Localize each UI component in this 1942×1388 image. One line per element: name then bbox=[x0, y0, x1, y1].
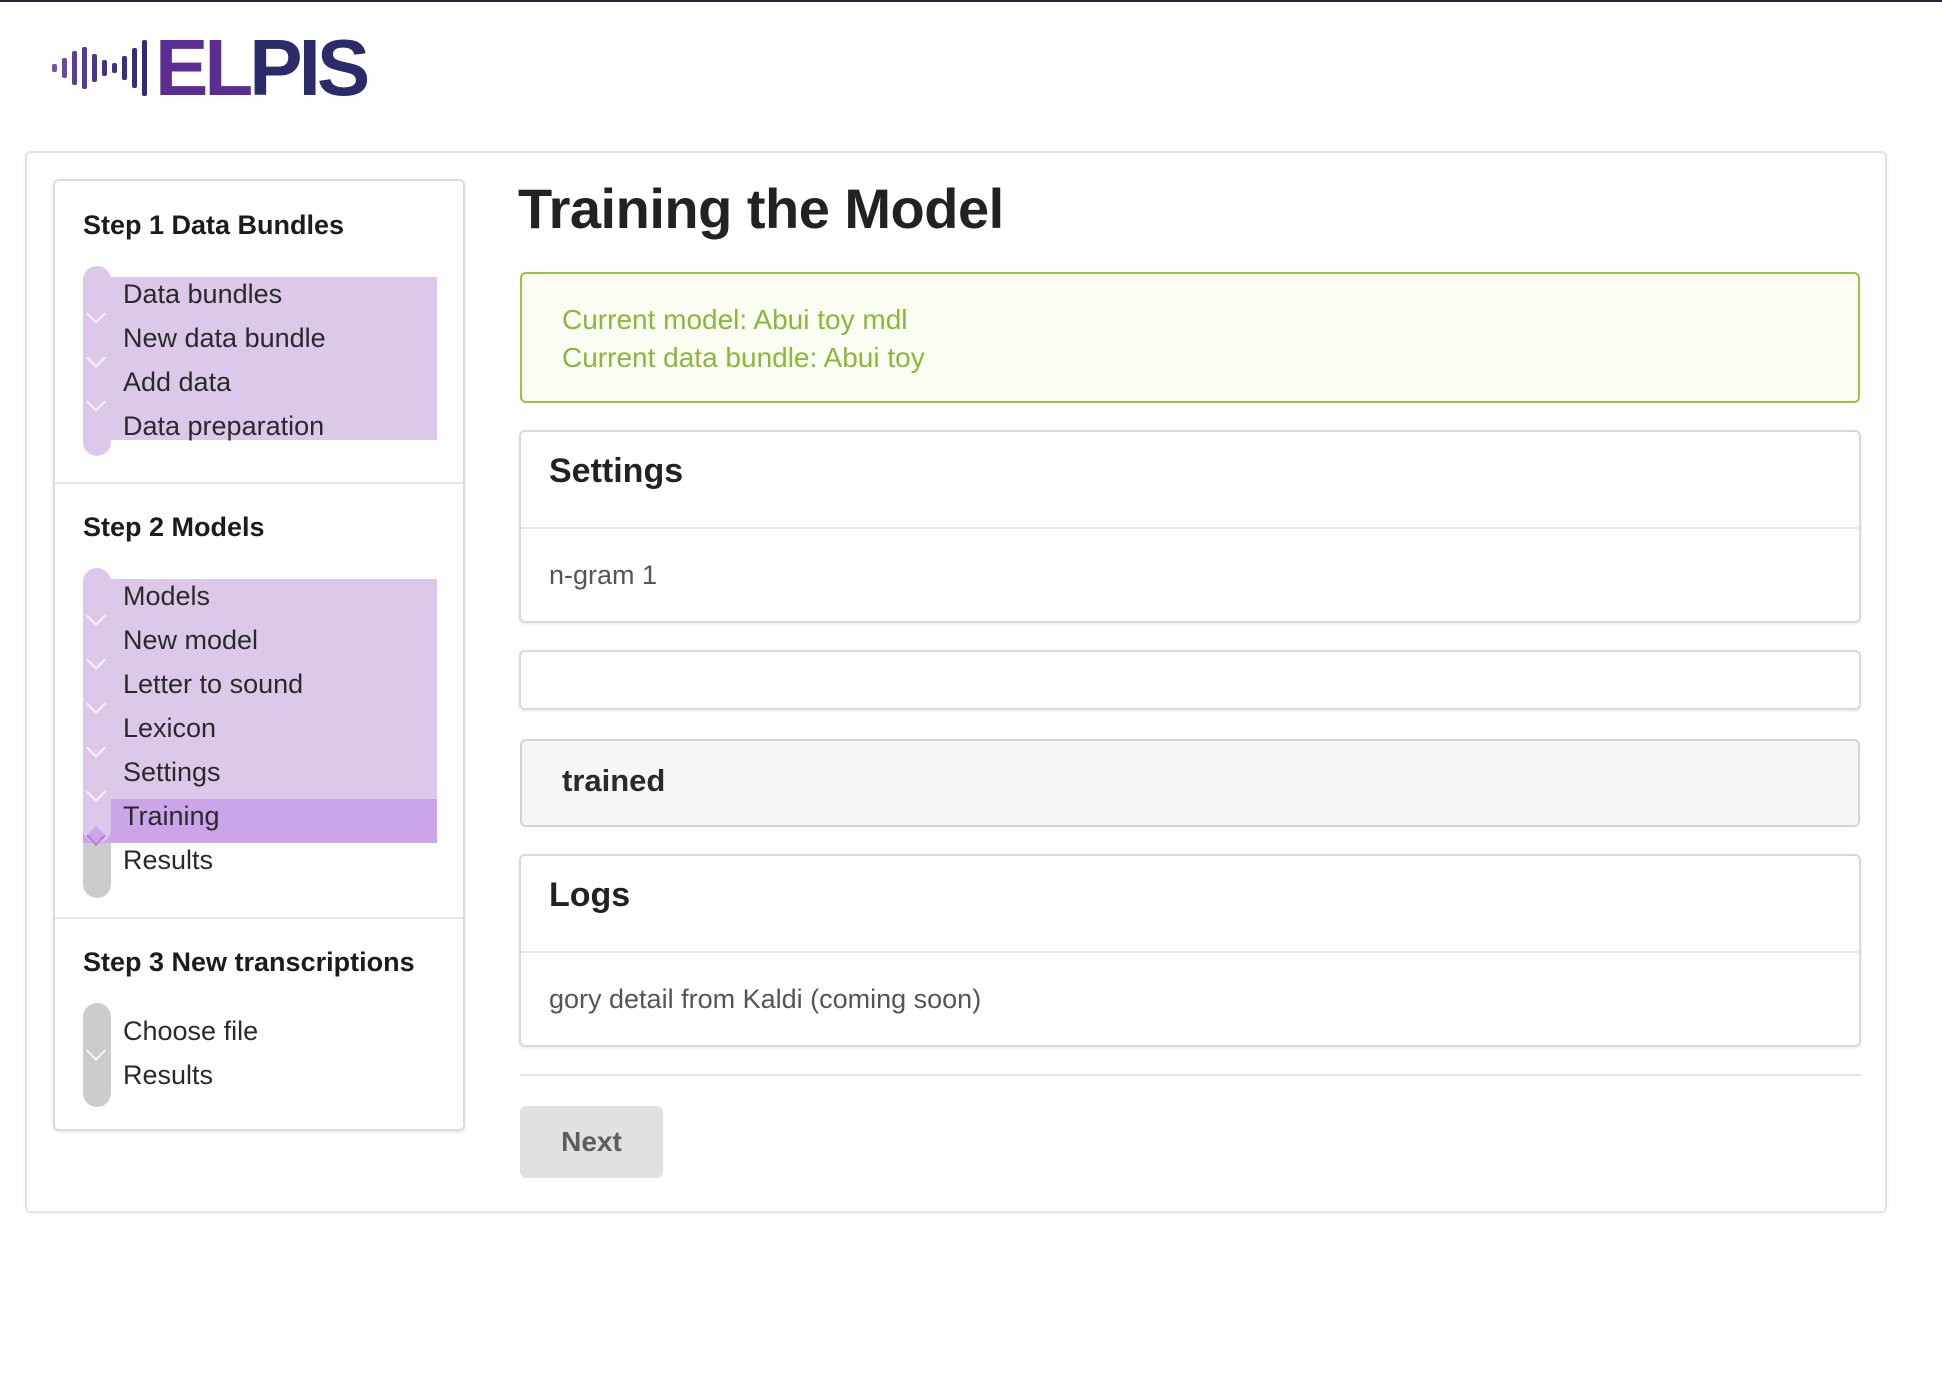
step-divider bbox=[55, 482, 463, 484]
card-divider bbox=[521, 527, 1859, 529]
settings-card-body: n-gram 1 bbox=[549, 560, 658, 590]
empty-card bbox=[519, 650, 1861, 710]
sidebar-item-new-data-bundle[interactable]: New data bundle bbox=[123, 316, 326, 360]
logs-card: Logs gory detail from Kaldi (coming soon… bbox=[519, 854, 1861, 1047]
training-status-text: trained bbox=[562, 763, 666, 798]
settings-card-heading: Settings bbox=[549, 452, 684, 490]
sidebar-item-training[interactable]: Training bbox=[123, 794, 220, 838]
settings-card: Settings n-gram 1 bbox=[519, 430, 1861, 623]
sidebar-item-data-preparation[interactable]: Data preparation bbox=[123, 404, 324, 448]
sidebar-item-lexicon[interactable]: Lexicon bbox=[123, 706, 216, 750]
sidebar-item-choose-file[interactable]: Choose file bbox=[123, 1009, 258, 1053]
current-bundle-text: Current data bundle: Abui toy bbox=[562, 342, 925, 373]
step-2-title: Step 2 Models bbox=[83, 512, 265, 542]
card-divider bbox=[521, 951, 1859, 953]
page-title: Training the Model bbox=[518, 177, 1004, 240]
sidebar-item-data-bundles[interactable]: Data bundles bbox=[123, 272, 282, 316]
logs-card-body: gory detail from Kaldi (coming soon) bbox=[549, 984, 982, 1014]
logo-wordmark: ELPIS bbox=[155, 23, 370, 112]
sidebar-item-new-model[interactable]: New model bbox=[123, 618, 258, 662]
step-2-remaining-track bbox=[83, 843, 111, 898]
sidebar-item-add-data[interactable]: Add data bbox=[123, 360, 231, 404]
current-model-text: Current model: Abui toy mdl bbox=[562, 304, 908, 335]
sidebar-item-models[interactable]: Models bbox=[123, 574, 210, 618]
step-divider bbox=[55, 917, 463, 919]
sidebar-item-transcription-results[interactable]: Results bbox=[123, 1053, 213, 1097]
sidebar-item-settings[interactable]: Settings bbox=[123, 750, 221, 794]
training-status-box: trained bbox=[520, 739, 1860, 827]
current-model-alert: Current model: Abui toy mdl Current data… bbox=[520, 272, 1860, 403]
sidebar-item-letter-to-sound[interactable]: Letter to sound bbox=[123, 662, 303, 706]
elpis-logo: ELPIS bbox=[52, 23, 370, 112]
next-button[interactable]: Next bbox=[520, 1106, 663, 1178]
step-3-title: Step 3 New transcriptions bbox=[83, 947, 415, 977]
logs-card-heading: Logs bbox=[549, 876, 631, 914]
step-1-title: Step 1 Data Bundles bbox=[83, 210, 345, 240]
steps-sidebar: Step 1 Data Bundles Data bundles New dat… bbox=[53, 179, 465, 1131]
top-border bbox=[0, 0, 1942, 2]
sidebar-item-results[interactable]: Results bbox=[123, 838, 213, 882]
waveform-icon bbox=[52, 40, 147, 96]
horizontal-rule bbox=[520, 1074, 1861, 1076]
